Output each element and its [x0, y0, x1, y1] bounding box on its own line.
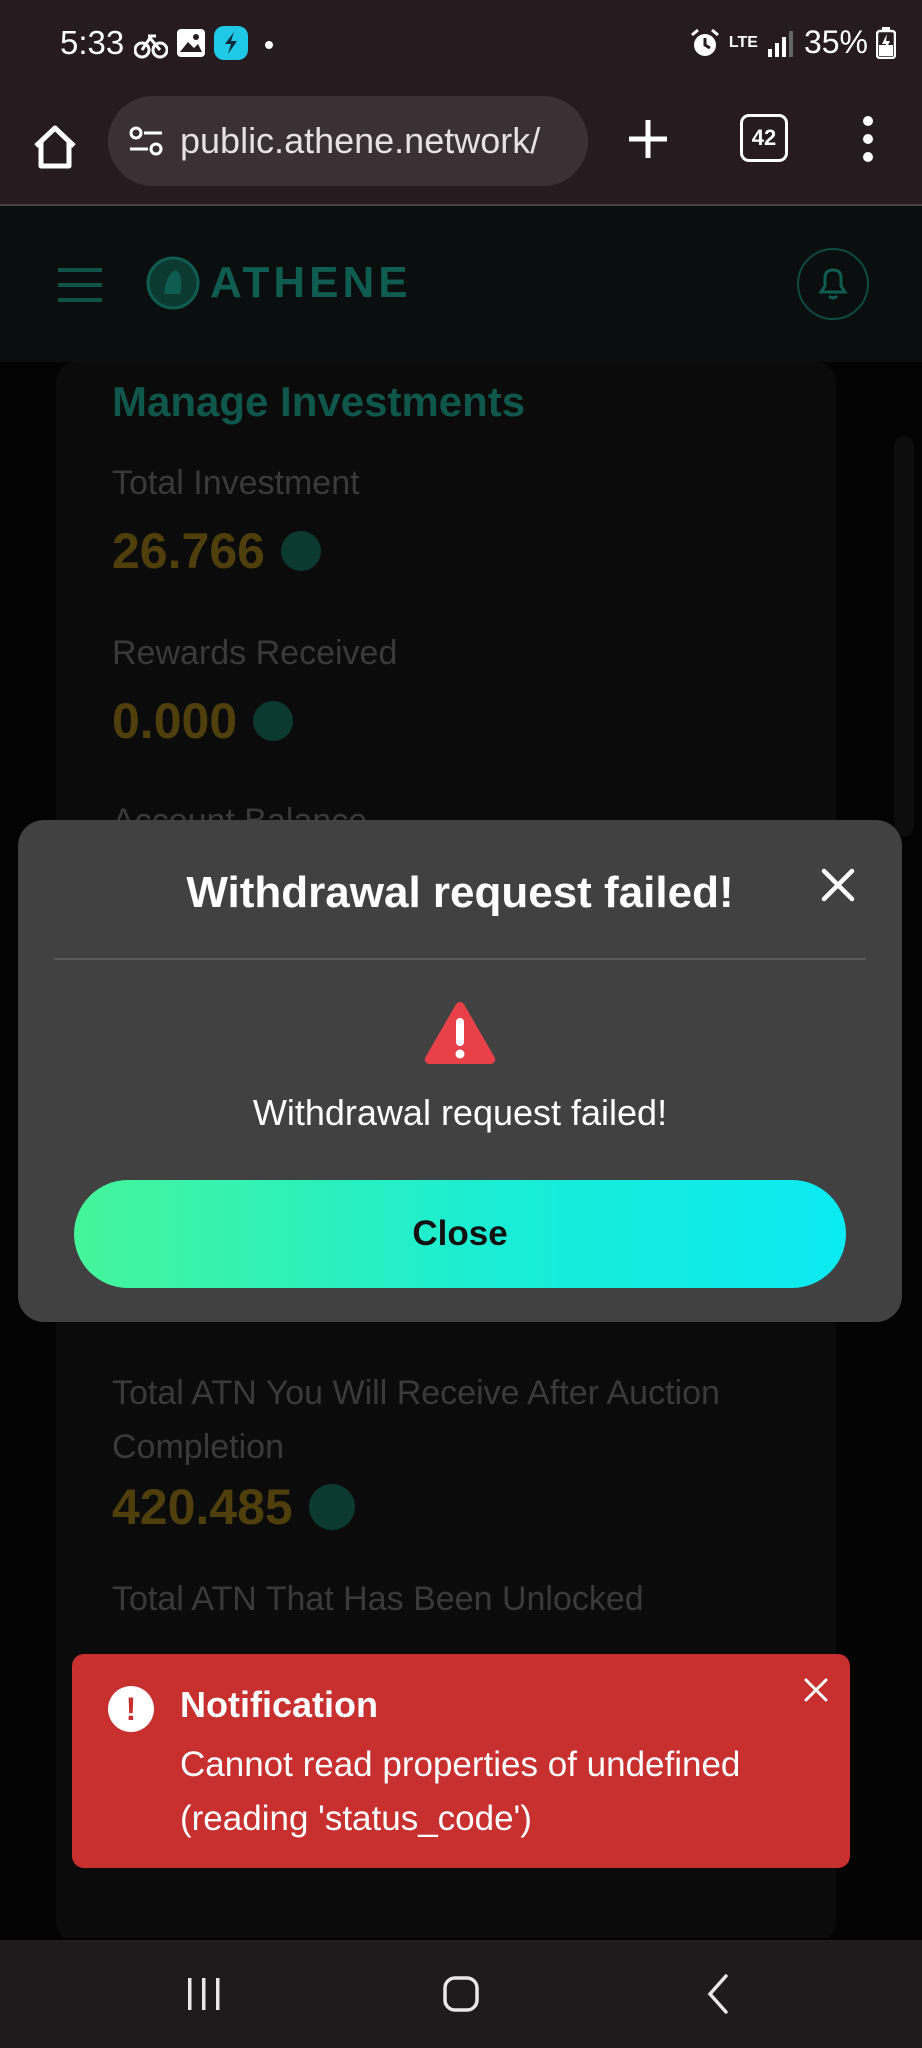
home-icon[interactable]: [30, 122, 80, 172]
app-notification-icon: [214, 26, 248, 60]
page-scrollbar[interactable]: [894, 436, 914, 836]
logo-text: ATHENE: [210, 258, 412, 307]
gallery-icon: [177, 29, 205, 57]
network-type: LTE: [728, 33, 758, 51]
alert-circle-icon: !: [108, 1686, 154, 1732]
dialog-message: Withdrawal request failed!: [252, 1092, 668, 1133]
rewards-value: 0.000: [112, 692, 294, 750]
browser-toolbar: public.athene.network/ 42: [0, 92, 922, 206]
atn-unlocked-label: Total ATN That Has Been Unlocked: [112, 1580, 644, 1618]
tether-icon: [253, 701, 294, 741]
error-dialog: Withdrawal request failed! Withdrawal re…: [18, 820, 902, 1322]
atn-receive-amount: 420.485: [112, 1479, 293, 1535]
total-investment-amount: 26.766: [112, 523, 265, 579]
close-button[interactable]: Close: [74, 1180, 846, 1288]
close-icon[interactable]: [818, 865, 858, 905]
bike-icon: [134, 34, 168, 59]
atn-receive-label: Total ATN You Will Receive After Auction…: [112, 1374, 720, 1466]
dialog-divider: [54, 958, 866, 960]
total-investment-label: Total Investment: [112, 464, 360, 502]
rewards-amount: 0.000: [112, 693, 238, 749]
system-nav-bar: [0, 1940, 922, 2048]
warning-icon: [424, 1002, 496, 1064]
url-text[interactable]: public.athene.network/: [180, 120, 540, 162]
more-vert-icon[interactable]: [858, 114, 878, 164]
site-header: ATHENE: [0, 206, 922, 362]
atn-receive-value: 420.485: [112, 1478, 355, 1536]
status-bar: 5:33 LTE 35%: [0, 0, 922, 92]
site-settings-icon[interactable]: [128, 123, 164, 159]
battery-icon: [876, 26, 896, 59]
back-icon[interactable]: [704, 1972, 732, 2016]
menu-icon[interactable]: [58, 268, 102, 302]
total-investment-value: 26.766: [112, 522, 321, 580]
bell-icon: [818, 268, 848, 300]
plus-icon[interactable]: [625, 116, 671, 162]
toast-title: Notification: [180, 1684, 378, 1725]
close-icon[interactable]: [802, 1676, 830, 1704]
battery-percent: 35%: [803, 24, 868, 60]
site-logo[interactable]: ATHENE: [146, 256, 412, 310]
account-balance-label: Account Balance: [112, 802, 367, 820]
rewards-label: Rewards Received: [112, 634, 398, 672]
status-time: 5:33: [60, 24, 125, 61]
notification-button[interactable]: [797, 248, 869, 320]
dialog-title: Withdrawal request failed!: [186, 868, 734, 917]
alarm-icon: [690, 28, 719, 56]
home-nav-icon[interactable]: [442, 1974, 480, 2014]
tab-switcher-button[interactable]: 42: [740, 114, 788, 162]
recent-apps-icon[interactable]: [186, 1974, 222, 2014]
toast-message: Cannot read properties of undefined (rea…: [180, 1745, 741, 1838]
error-toast: ! Notification Cannot read properties of…: [72, 1654, 850, 1868]
more-notifications-dot: [265, 41, 273, 49]
atn-token-icon: [308, 1484, 355, 1530]
address-bar[interactable]: public.athene.network/: [108, 96, 588, 186]
athene-logo-icon: [146, 256, 200, 310]
card-title: Manage Investments: [112, 378, 526, 425]
signal-icon: [767, 30, 793, 57]
tether-icon: [280, 531, 321, 571]
